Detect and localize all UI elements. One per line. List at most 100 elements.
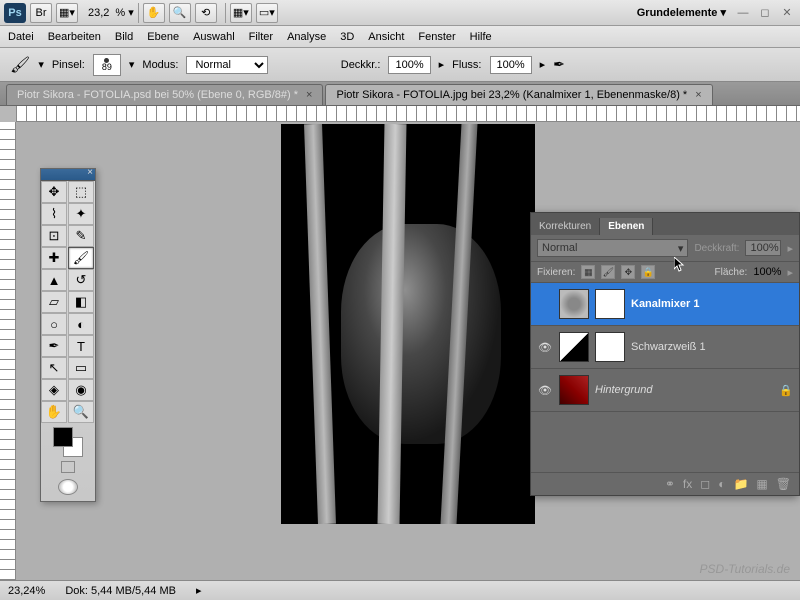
adjustment-thumb-icon[interactable] [559, 289, 589, 319]
horizontal-ruler[interactable] [16, 106, 800, 122]
layer-opacity-input[interactable]: 100% [745, 240, 781, 256]
minimize-button[interactable]: — [734, 6, 752, 20]
menu-ansicht[interactable]: Ansicht [368, 31, 404, 43]
color-swatches[interactable] [53, 427, 83, 457]
type-tool[interactable]: T [68, 335, 94, 357]
airbrush-icon[interactable]: ✒ [553, 56, 565, 73]
lock-all[interactable]: 🔒 [641, 265, 655, 279]
move-tool[interactable]: ✥ [41, 181, 67, 203]
adjustment-icon[interactable]: ◐ [718, 477, 725, 491]
link-layers-icon[interactable]: ⚭ [665, 477, 675, 491]
brush-tool-icon: 🖌 [10, 55, 30, 75]
lock-pixels[interactable]: 🖌 [601, 265, 615, 279]
history-brush-tool[interactable]: ↺ [68, 269, 94, 291]
3d-tool[interactable]: ◈ [41, 379, 67, 401]
dodge-tool[interactable]: ◐ [68, 313, 94, 335]
menu-hilfe[interactable]: Hilfe [470, 31, 492, 43]
arrange-dropdown[interactable]: ▦▾ [230, 3, 252, 23]
layer-thumb[interactable] [559, 375, 589, 405]
hand-tool-button[interactable]: ✋ [143, 3, 165, 23]
fx-icon[interactable]: fx [683, 477, 692, 491]
layer-mask-thumb[interactable] [595, 289, 625, 319]
opacity-input[interactable]: 100% [388, 56, 430, 74]
adjustment-thumb-icon[interactable] [559, 332, 589, 362]
quick-mask-icon[interactable] [61, 461, 75, 473]
visibility-toggle[interactable]: 👁 [537, 341, 553, 354]
brush-tool[interactable]: 🖌 [68, 247, 94, 269]
maximize-button[interactable]: ◻ [756, 6, 774, 20]
heal-tool[interactable]: ✚ [41, 247, 67, 269]
screen-mode-dropdown[interactable]: ▭▾ [256, 3, 278, 23]
lock-icon: 🔒 [779, 384, 793, 397]
zoom-tool[interactable]: 🔍 [68, 401, 94, 423]
layers-panel: Korrekturen Ebenen Normal▾ Deckkraft: 10… [530, 212, 800, 496]
lasso-tool[interactable]: ⌇ [41, 203, 67, 225]
eyedropper-tool[interactable]: ✎ [68, 225, 94, 247]
fill-input[interactable]: 100% [753, 266, 781, 278]
blend-mode-select[interactable]: Normal [186, 56, 268, 74]
menu-auswahl[interactable]: Auswahl [193, 31, 235, 43]
layer-name[interactable]: Hintergrund [595, 384, 773, 396]
new-layer-icon[interactable]: ▦ [756, 477, 767, 491]
visibility-toggle[interactable]: 👁 [537, 384, 553, 397]
menu-bearbeiten[interactable]: Bearbeiten [48, 31, 101, 43]
close-tab-icon[interactable]: × [695, 89, 701, 101]
tab-korrekturen[interactable]: Korrekturen [531, 218, 600, 235]
lock-position[interactable]: ✥ [621, 265, 635, 279]
stamp-tool[interactable]: ▲ [41, 269, 67, 291]
layer-kanalmixer[interactable]: Kanalmixer 1 [531, 283, 799, 326]
3d-camera-tool[interactable]: ◉ [68, 379, 94, 401]
brush-preset-picker[interactable]: 89 [93, 54, 121, 76]
menu-fenster[interactable]: Fenster [418, 31, 455, 43]
zoom-value[interactable]: 23,2 [88, 7, 109, 19]
workspace-switcher[interactable]: Grundelemente ▾ [637, 6, 726, 19]
flow-input[interactable]: 100% [490, 56, 532, 74]
delete-layer-icon[interactable]: 🗑 [776, 477, 791, 491]
layer-name[interactable]: Kanalmixer 1 [631, 298, 793, 310]
wand-tool[interactable]: ✦ [68, 203, 94, 225]
gradient-tool[interactable]: ◧ [68, 291, 94, 313]
blur-tool[interactable]: ○ [41, 313, 67, 335]
foreground-color[interactable] [53, 427, 73, 447]
crop-tool[interactable]: ⊡ [41, 225, 67, 247]
document-tab-2[interactable]: Piotr Sikora - FOTOLIA.jpg bei 23,2% (Ka… [325, 84, 712, 105]
close-tab-icon[interactable]: × [306, 89, 312, 101]
close-button[interactable]: ✕ [778, 6, 796, 20]
canvas[interactable] [281, 124, 535, 524]
group-icon[interactable]: 📁 [733, 477, 748, 491]
layer-opacity-label: Deckkraft: [694, 243, 739, 254]
layer-mask-thumb[interactable] [595, 332, 625, 362]
status-doc-size[interactable]: Dok: 5,44 MB/5,44 MB [65, 585, 176, 597]
shape-tool[interactable]: ▭ [68, 357, 94, 379]
layer-hintergrund[interactable]: 👁 Hintergrund 🔒 [531, 369, 799, 412]
document-tab-1[interactable]: Piotr Sikora - FOTOLIA.psd bei 50% (Eben… [6, 84, 323, 105]
path-tool[interactable]: ↖ [41, 357, 67, 379]
menu-ebene[interactable]: Ebene [147, 31, 179, 43]
menu-3d[interactable]: 3D [340, 31, 354, 43]
marquee-tool[interactable]: ⬚ [68, 181, 94, 203]
lock-label: Fixieren: [537, 267, 575, 278]
eraser-tool[interactable]: ▱ [41, 291, 67, 313]
mask-icon[interactable]: ◻ [700, 477, 710, 491]
menu-bild[interactable]: Bild [115, 31, 133, 43]
menu-datei[interactable]: Datei [8, 31, 34, 43]
screen-mode-icon[interactable] [58, 479, 78, 495]
rotate-view-button[interactable]: ⟲ [195, 3, 217, 23]
menu-analyse[interactable]: Analyse [287, 31, 326, 43]
lock-transparency[interactable]: ▦ [581, 265, 595, 279]
hand-tool[interactable]: ✋ [41, 401, 67, 423]
flow-label: Fluss: [452, 59, 481, 71]
bridge-button[interactable]: Br [30, 3, 52, 23]
tab-ebenen[interactable]: Ebenen [600, 218, 653, 235]
layer-schwarzweiss[interactable]: 👁 Schwarzweiß 1 [531, 326, 799, 369]
brush-label: Pinsel: [52, 59, 85, 71]
pen-tool[interactable]: ✒ [41, 335, 67, 357]
toolbox-header[interactable] [41, 169, 95, 181]
vertical-ruler[interactable] [0, 122, 16, 590]
layer-name[interactable]: Schwarzweiß 1 [631, 341, 793, 353]
zoom-tool-button[interactable]: 🔍 [169, 3, 191, 23]
layer-blend-mode[interactable]: Normal▾ [537, 239, 688, 257]
view-extras-dropdown[interactable]: ▦▾ [56, 3, 78, 23]
menu-filter[interactable]: Filter [249, 31, 273, 43]
status-zoom[interactable]: 23,24% [8, 585, 45, 597]
